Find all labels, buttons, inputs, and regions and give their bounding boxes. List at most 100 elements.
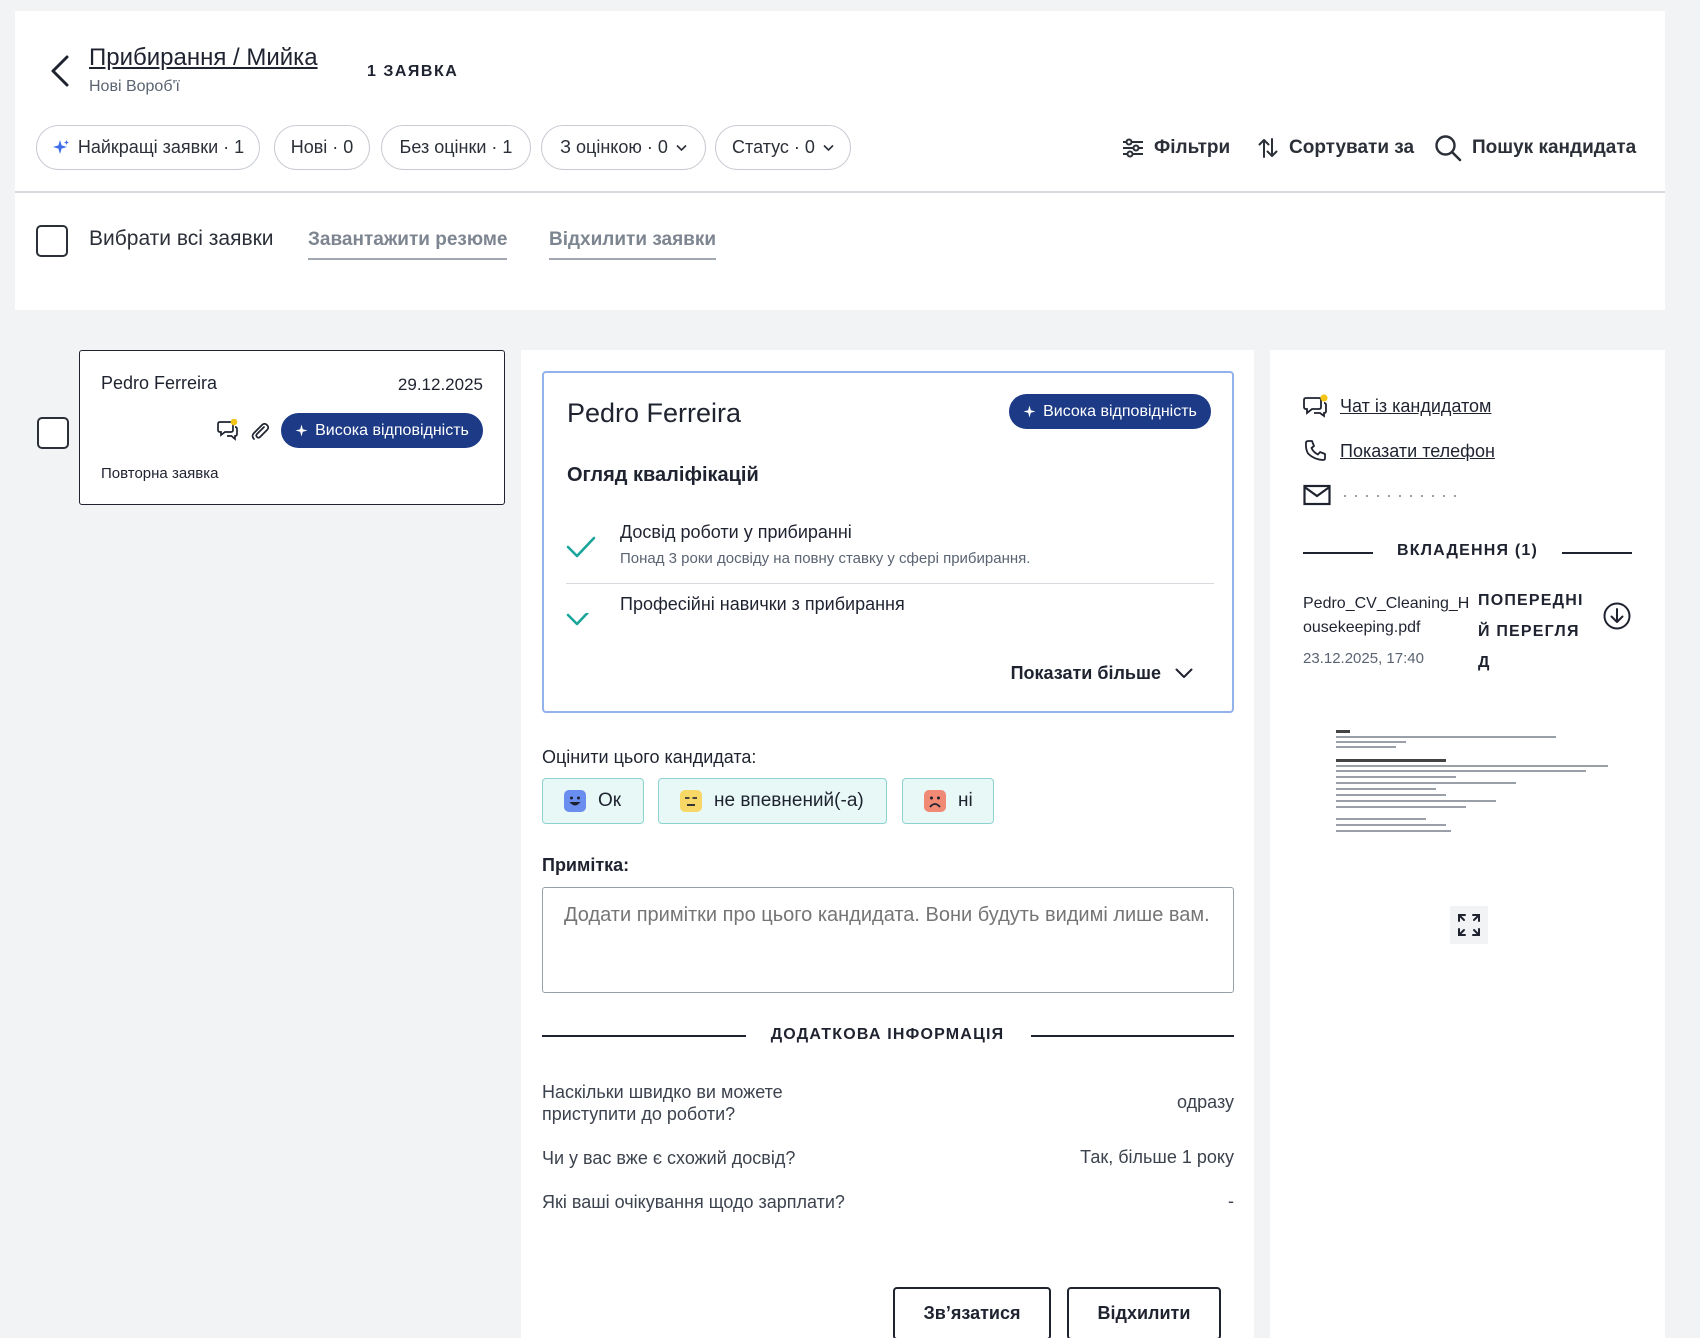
show-phone-link[interactable]: Показати телефон bbox=[1303, 439, 1495, 463]
chevron-down-icon bbox=[823, 144, 834, 151]
high-match-badge: Висока відповідність bbox=[1009, 394, 1211, 429]
job-title-link[interactable]: Прибирання / Мийка bbox=[89, 44, 318, 72]
rate-ok-button[interactable]: Ок bbox=[542, 778, 644, 824]
expand-icon bbox=[1458, 914, 1480, 936]
candidate-name: Pedro Ferreira bbox=[101, 373, 218, 393]
header-panel: Прибирання / Мийка Нові Вороб'ї 1 ЗАЯВКА… bbox=[15, 11, 1665, 310]
qa-question: Наскільки швидко ви можете приступити до… bbox=[542, 1082, 783, 1124]
note-label: Примітка: bbox=[542, 855, 630, 875]
filter-chip-unrated[interactable]: Без оцінки · 1 bbox=[381, 125, 531, 170]
filter-chip-label: З оцінкою · 0 bbox=[560, 137, 668, 157]
download-icon bbox=[1603, 602, 1631, 630]
paperclip-icon bbox=[250, 421, 270, 441]
rate-no-button[interactable]: ні bbox=[902, 778, 994, 824]
attachment-date: 23.12.2025, 17:40 bbox=[1303, 650, 1424, 667]
phone-icon bbox=[1305, 440, 1326, 461]
qualification-divider bbox=[566, 583, 1214, 584]
qualification-title: Досвід роботи у прибиранні bbox=[620, 522, 852, 542]
qa-answer: Так, більше 1 року bbox=[1080, 1147, 1234, 1167]
mail-icon bbox=[1303, 484, 1331, 506]
attachment-file-name[interactable]: Pedro_CV_Cleaning_Housekeeping.pdf bbox=[1303, 592, 1478, 640]
attachments-title: ВКЛАДЕННЯ (1) bbox=[1397, 542, 1538, 559]
chat-link-label[interactable]: Чат із кандидатом bbox=[1340, 396, 1491, 417]
reject-applications-button[interactable]: Відхилити заявки bbox=[549, 229, 717, 260]
sad-face-icon bbox=[924, 790, 946, 812]
show-more-button[interactable]: Показати більше bbox=[1011, 663, 1193, 684]
check-icon bbox=[566, 613, 596, 627]
filter-chip-best[interactable]: Найкращі заявки · 1 bbox=[36, 125, 260, 170]
candidate-detail-panel: Pedro Ferreira Висока відповідність Огля… bbox=[521, 350, 1254, 1338]
email-masked: · · · · · · · · · · · bbox=[1342, 484, 1458, 505]
chevron-down-icon bbox=[1175, 668, 1193, 678]
candidate-list-item[interactable]: Pedro Ferreira 29.12.2025 Висока відпові… bbox=[79, 350, 505, 505]
reject-button[interactable]: Відхилити bbox=[1067, 1287, 1221, 1338]
sort-label: Сортувати за bbox=[1289, 137, 1415, 158]
filter-chip-label: Нові · 0 bbox=[290, 137, 354, 157]
qualification-title: Професійні навички з прибирання bbox=[620, 594, 905, 614]
filters-label: Фільтри bbox=[1154, 137, 1231, 158]
high-match-badge: Висока відповідність bbox=[281, 413, 483, 448]
resume-preview-thumbnail[interactable] bbox=[1330, 726, 1610, 856]
neutral-face-icon bbox=[680, 790, 702, 812]
search-icon bbox=[1435, 135, 1462, 162]
back-button[interactable] bbox=[42, 46, 78, 96]
expand-preview-button[interactable] bbox=[1450, 906, 1488, 944]
section-divider bbox=[1031, 1035, 1234, 1037]
chevron-down-icon bbox=[676, 144, 687, 151]
chat-icon bbox=[217, 419, 239, 441]
rating-label: не впевнений(-а) bbox=[714, 790, 864, 811]
check-icon bbox=[566, 535, 596, 559]
contact-button[interactable]: Зв’язатися bbox=[893, 1287, 1051, 1338]
sort-arrows-icon bbox=[1258, 138, 1278, 158]
qualifications-title: Огляд кваліфікацій bbox=[567, 464, 759, 486]
qa-question: Які ваші очікування щодо зарплати? bbox=[542, 1192, 845, 1212]
filter-chip-label: Без оцінки · 1 bbox=[399, 137, 513, 157]
section-divider bbox=[1562, 552, 1632, 554]
rating-label: ні bbox=[958, 790, 973, 811]
select-all-label[interactable]: Вибрати всі заявки bbox=[89, 227, 274, 251]
rating-label: Ок bbox=[598, 790, 622, 811]
email-row: · · · · · · · · · · · bbox=[1303, 483, 1458, 507]
note-textarea[interactable] bbox=[542, 887, 1234, 993]
rate-candidate-label: Оцінити цього кандидата: bbox=[542, 747, 757, 767]
filter-chip-rated[interactable]: З оцінкою · 0 bbox=[541, 125, 706, 170]
phone-link-label[interactable]: Показати телефон bbox=[1340, 441, 1495, 462]
candidate-checkbox[interactable] bbox=[37, 417, 69, 449]
sliders-icon bbox=[1123, 138, 1143, 158]
qa-answer: одразу bbox=[1177, 1092, 1234, 1112]
sparkle-icon bbox=[1023, 405, 1036, 418]
filter-chip-label: Статус · 0 bbox=[732, 137, 815, 157]
repeat-application-label: Повторна заявка bbox=[101, 465, 219, 482]
application-date: 29.12.2025 bbox=[397, 375, 483, 394]
filter-chip-status[interactable]: Статус · 0 bbox=[715, 125, 851, 170]
qualifications-card: Pedro Ferreira Висока відповідність Огля… bbox=[542, 371, 1234, 713]
badge-label: Висока відповідність bbox=[1043, 402, 1197, 420]
filter-chip-new[interactable]: Нові · 0 bbox=[274, 125, 370, 170]
candidate-title: Pedro Ferreira bbox=[567, 398, 742, 428]
download-resumes-button[interactable]: Завантажити резюме bbox=[308, 229, 508, 260]
happy-face-icon bbox=[564, 790, 586, 812]
qa-answer: - bbox=[1228, 1191, 1234, 1211]
preview-link[interactable]: ПОПЕРЕДНІЙ ПЕРЕГЛЯД bbox=[1478, 585, 1590, 678]
chevron-left-icon bbox=[51, 55, 69, 87]
filters-button[interactable]: Фільтри bbox=[1122, 131, 1230, 165]
sort-button[interactable]: Сортувати за bbox=[1257, 131, 1414, 165]
show-more-label: Показати більше bbox=[1010, 663, 1161, 683]
search-label: Пошук кандидата bbox=[1472, 137, 1637, 158]
qualification-description: Понад 3 роки досвіду на повну ставку у с… bbox=[620, 550, 1031, 567]
filter-chip-label: Найкращі заявки · 1 bbox=[77, 137, 245, 157]
qa-question: Чи у вас вже є схожий досвід? bbox=[542, 1148, 796, 1168]
search-candidate-button[interactable]: Пошук кандидата bbox=[1434, 131, 1636, 165]
rate-unsure-button[interactable]: не впевнений(-а) bbox=[658, 778, 887, 824]
applications-count: 1 ЗАЯВКА bbox=[367, 63, 459, 80]
contact-sidebar: Чат із кандидатом Показати телефон · · ·… bbox=[1270, 350, 1665, 1338]
chat-icon bbox=[1303, 394, 1328, 418]
sparkle-icon bbox=[295, 424, 308, 437]
select-all-checkbox[interactable] bbox=[36, 225, 68, 257]
header-divider bbox=[15, 191, 1665, 193]
badge-label: Висока відповідність bbox=[315, 421, 469, 439]
chat-with-candidate-link[interactable]: Чат із кандидатом bbox=[1303, 394, 1491, 418]
job-location: Нові Вороб'ї bbox=[89, 78, 180, 95]
sparkle-icon bbox=[52, 139, 69, 154]
download-button[interactable] bbox=[1603, 602, 1631, 630]
